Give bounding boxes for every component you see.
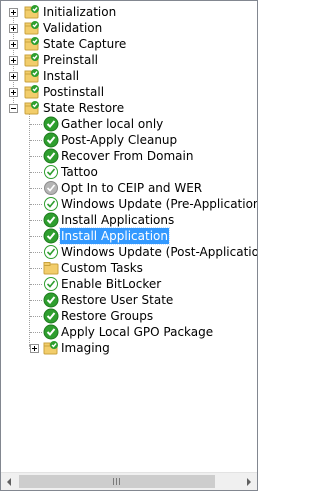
tree-item-label: Install Applications xyxy=(61,213,175,227)
tree-branch-line xyxy=(30,268,42,269)
tree-item-label: Restore Groups xyxy=(61,309,154,323)
expand-icon[interactable] xyxy=(30,344,39,353)
folder-check-icon xyxy=(24,101,39,115)
expand-icon[interactable] xyxy=(9,56,18,65)
tree-item-label: Install xyxy=(43,69,80,83)
green-check-icon xyxy=(43,212,59,228)
outline-check-icon xyxy=(44,165,58,179)
tree-branch-line xyxy=(30,204,42,205)
horizontal-scrollbar[interactable] xyxy=(1,472,257,490)
folder-icon xyxy=(43,262,59,275)
tree-item-label: Initialization xyxy=(43,5,117,19)
folder-check-icon xyxy=(24,21,39,35)
disabled-check-icon xyxy=(44,181,58,195)
tree-item-label: Post-Apply Cleanup xyxy=(61,133,178,147)
tree-item-label: Postinstall xyxy=(43,85,105,99)
tree-item-label: Imaging xyxy=(61,341,110,355)
green-check-icon xyxy=(43,116,59,132)
tree-item-label: Tattoo xyxy=(61,165,98,179)
outline-check-icon xyxy=(44,197,58,211)
tree-item-label: Gather local only xyxy=(61,117,164,131)
task-sequence-panel: Initialization Validation State Capture … xyxy=(0,0,258,491)
folder-check-icon xyxy=(24,37,39,51)
green-check-icon xyxy=(43,132,59,148)
task-tree: Initialization Validation State Capture … xyxy=(1,1,257,472)
scroll-right-button[interactable] xyxy=(240,473,257,490)
tree-item-label: Preinstall xyxy=(43,53,98,67)
expand-icon[interactable] xyxy=(9,8,18,17)
expand-icon[interactable] xyxy=(9,88,18,97)
tree-item-label: State Capture xyxy=(43,37,127,51)
scroll-right-icon xyxy=(247,478,251,486)
tree-branch-line xyxy=(30,188,42,189)
green-check-icon xyxy=(43,228,59,244)
green-check-icon xyxy=(43,324,59,340)
tree-branch-line xyxy=(30,156,42,157)
green-check-icon xyxy=(43,148,59,164)
tree-item-label: Validation xyxy=(43,21,103,35)
tree-item-label: Opt In to CEIP and WER xyxy=(61,181,203,195)
tree-item-label: Enable BitLocker xyxy=(61,277,162,291)
tree-item-label: Recover From Domain xyxy=(61,149,194,163)
outline-check-icon xyxy=(44,277,58,291)
tree-item-label: Custom Tasks xyxy=(61,261,143,275)
green-check-icon xyxy=(43,308,59,324)
green-check-icon xyxy=(43,292,59,308)
scroll-left-icon xyxy=(7,478,11,486)
folder-check-icon xyxy=(24,53,39,67)
folder-check-icon xyxy=(24,85,39,99)
tree-item-label: Apply Local GPO Package xyxy=(61,325,214,339)
grip-icon xyxy=(113,478,121,485)
expand-icon[interactable] xyxy=(9,72,18,81)
tree-branch-line xyxy=(30,300,42,301)
outline-check-icon xyxy=(44,245,58,259)
tree-branch-line xyxy=(30,172,42,173)
tree-branch-line xyxy=(30,140,42,141)
tree-branch-line xyxy=(30,284,42,285)
tree-item-label-selected: Install Application xyxy=(59,227,170,245)
tree-item-label: State Restore xyxy=(43,101,125,115)
tree-branch-line xyxy=(30,236,42,237)
tree-item-label: Windows Update (Pre-Application Installa… xyxy=(61,197,257,211)
tree-item-label: Restore User State xyxy=(61,293,174,307)
tree-branch-line xyxy=(30,332,42,333)
collapse-icon[interactable] xyxy=(9,104,18,113)
scroll-left-button[interactable] xyxy=(1,473,18,490)
expand-icon[interactable] xyxy=(9,40,18,49)
tree-child-line xyxy=(29,113,30,345)
folder-check-icon xyxy=(24,5,39,19)
tree-item-label: Windows Update (Post-Application Install… xyxy=(61,245,257,259)
expand-icon[interactable] xyxy=(9,24,18,33)
tree-branch-line xyxy=(30,124,42,125)
tree-branch-line xyxy=(30,220,42,221)
scrollbar-thumb[interactable] xyxy=(19,475,215,488)
folder-check-icon xyxy=(43,341,58,355)
folder-check-icon xyxy=(24,69,39,83)
tree-branch-line xyxy=(30,252,42,253)
tree-branch-line xyxy=(30,316,42,317)
